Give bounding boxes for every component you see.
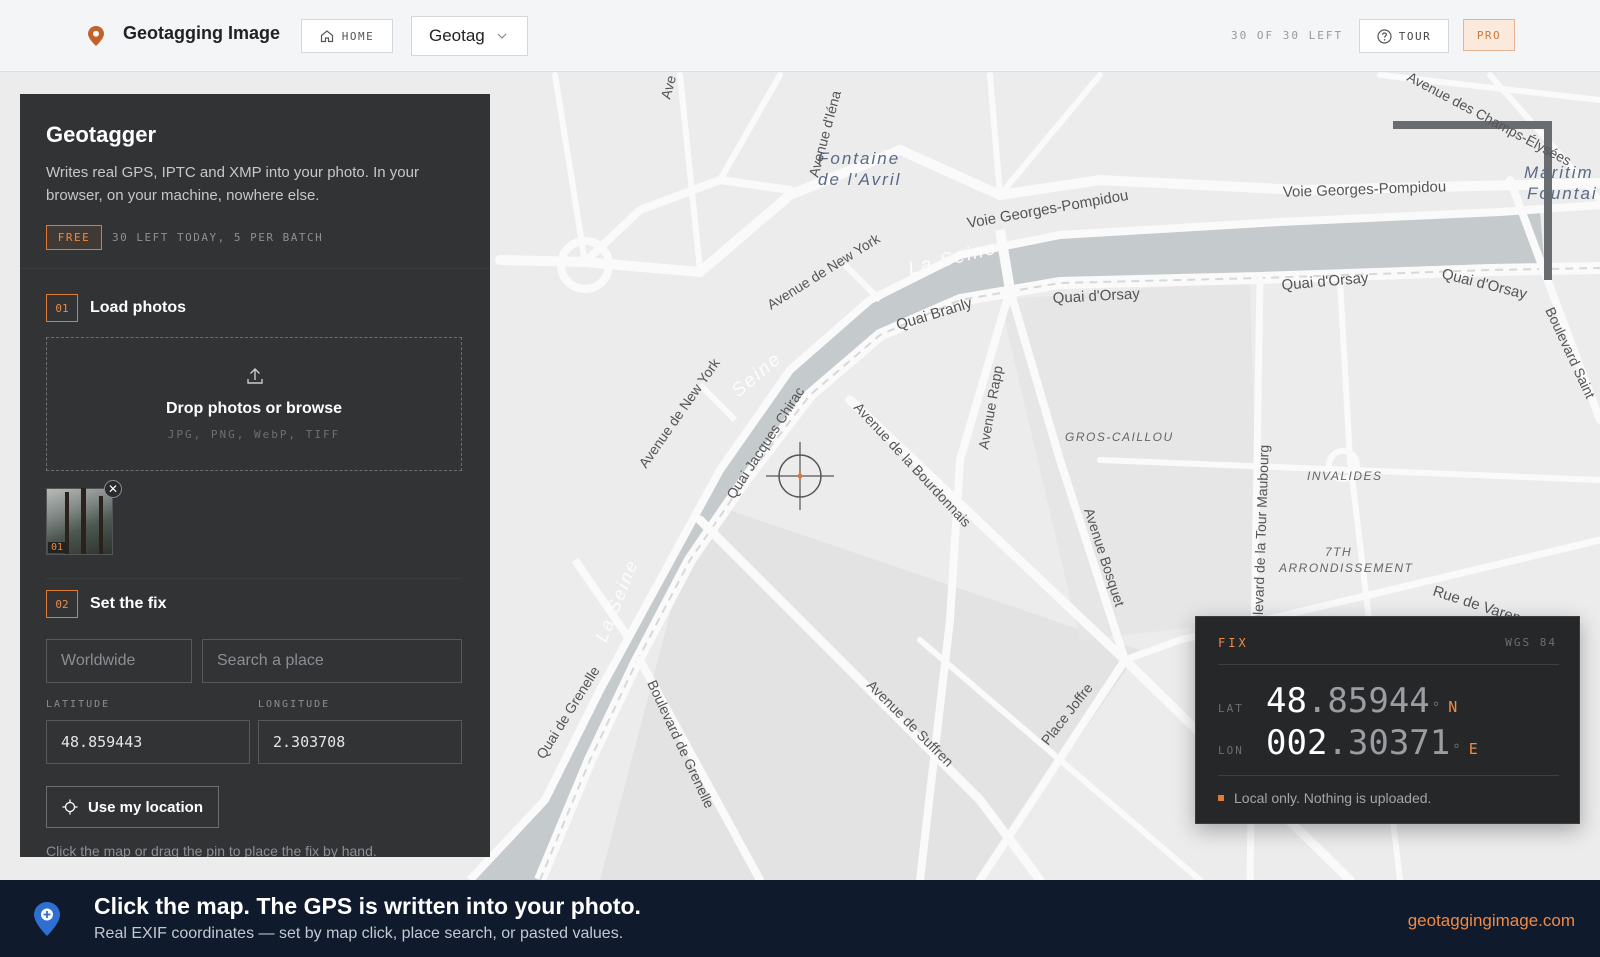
fix-lat-hemisphere: N bbox=[1448, 698, 1458, 716]
step-label-set-fix: Set the fix bbox=[90, 595, 167, 612]
longitude-label: LONGITUDE bbox=[258, 699, 331, 710]
remove-photo-close-icon[interactable]: ✕ bbox=[104, 480, 122, 498]
privacy-note: Local only. Nothing is uploaded. bbox=[1218, 790, 1431, 806]
step-number-2: 02 bbox=[46, 590, 78, 618]
fix-title: FIX bbox=[1218, 636, 1249, 650]
usage-counter: 30 OF 30 LEFT bbox=[1231, 29, 1344, 42]
dropzone-file-types: JPG, PNG, WebP, TIFF bbox=[167, 428, 341, 441]
fix-lat-label: LAT bbox=[1218, 702, 1244, 715]
free-quota-note: 30 LEFT TODAY, 5 PER BATCH bbox=[112, 231, 324, 244]
map-label: ARRONDISSEMENT bbox=[1278, 561, 1414, 575]
pro-button[interactable]: PRO bbox=[1463, 19, 1515, 51]
divider bbox=[20, 268, 490, 269]
top-header: Geotagging Image HOME Geotag 30 OF 30 LE… bbox=[0, 0, 1600, 72]
photo-dropzone[interactable]: Drop photos or browse JPG, PNG, WebP, TI… bbox=[46, 337, 462, 471]
tour-label: TOUR bbox=[1398, 29, 1432, 43]
locate-crosshair-icon bbox=[62, 799, 78, 815]
thumbnail-index: 01 bbox=[48, 542, 67, 553]
app-title: Geotagging Image bbox=[123, 23, 281, 43]
map-label: 7TH bbox=[1325, 545, 1352, 559]
thumbnail-tree bbox=[99, 496, 103, 554]
divider bbox=[1218, 664, 1559, 665]
fix-latitude-row: LAT 48 .85944 ° N bbox=[1218, 681, 1457, 721]
map-pin-logo-icon bbox=[88, 26, 104, 46]
privacy-note-text: Local only. Nothing is uploaded. bbox=[1234, 790, 1432, 806]
help-circle-icon bbox=[1377, 28, 1392, 44]
latitude-label: LATITUDE bbox=[46, 699, 111, 710]
status-dot-icon bbox=[1218, 795, 1224, 801]
mode-select-value: Geotag bbox=[429, 26, 485, 45]
footer-title: Click the map. The GPS is written into y… bbox=[94, 893, 641, 919]
use-my-location-button[interactable]: Use my location bbox=[46, 786, 219, 828]
map-label: de l'Avril bbox=[818, 170, 901, 189]
promo-footer: Click the map. The GPS is written into y… bbox=[0, 880, 1600, 957]
step-number-1: 01 bbox=[46, 294, 78, 322]
fix-lat-decimal: .85944 bbox=[1306, 681, 1430, 721]
fix-lon-decimal: .30371 bbox=[1327, 723, 1451, 763]
fix-datum: WGS 84 bbox=[1505, 636, 1557, 649]
dropzone-title: Drop photos or browse bbox=[166, 400, 342, 417]
map-label: Maritim bbox=[1524, 163, 1594, 182]
place-search-input[interactable]: Search a place bbox=[202, 639, 462, 683]
home-icon bbox=[320, 30, 333, 43]
map-hint: Click the map or drag the pin to place t… bbox=[46, 843, 377, 857]
thumbnail-tree bbox=[81, 488, 86, 554]
fix-lon-label: LON bbox=[1218, 744, 1244, 757]
chevron-down-icon bbox=[497, 33, 507, 39]
home-button[interactable]: HOME bbox=[301, 19, 393, 53]
photo-thumbnail[interactable]: 01 bbox=[46, 488, 113, 555]
map-label: INVALIDES bbox=[1307, 469, 1383, 483]
mode-select[interactable]: Geotag bbox=[411, 16, 528, 56]
divider bbox=[46, 578, 462, 579]
degree-symbol: ° bbox=[1452, 742, 1461, 758]
fix-lon-hemisphere: E bbox=[1468, 740, 1478, 758]
upload-icon bbox=[247, 368, 263, 384]
geotagger-panel: Geotagger Writes real GPS, IPTC and XMP … bbox=[20, 94, 490, 857]
panel-title: Geotagger bbox=[46, 122, 157, 147]
step-label-load-photos: Load photos bbox=[90, 299, 186, 316]
map-label: Fontaine bbox=[818, 149, 900, 168]
map-label: GROS-CAILLOU bbox=[1065, 430, 1174, 444]
fix-longitude-row: LON 002 .30371 ° E bbox=[1218, 723, 1478, 763]
free-badge: FREE bbox=[46, 225, 102, 250]
region-select[interactable]: Worldwide bbox=[46, 639, 192, 683]
fix-readout-card: FIX WGS 84 LAT 48 .85944 ° N LON 002 .30… bbox=[1195, 616, 1580, 824]
map-pin-icon bbox=[34, 902, 60, 936]
home-label: HOME bbox=[341, 29, 375, 43]
footer-subtitle: Real EXIF coordinates — set by map click… bbox=[94, 925, 624, 942]
tour-button[interactable]: TOUR bbox=[1359, 19, 1449, 53]
panel-description: Writes real GPS, IPTC and XMP into your … bbox=[46, 164, 419, 204]
degree-symbol: ° bbox=[1431, 700, 1441, 716]
fix-lat-integer: 48 bbox=[1266, 681, 1307, 721]
longitude-input[interactable]: 2.303708 bbox=[258, 720, 462, 764]
map-label: Fountai bbox=[1527, 184, 1598, 203]
latitude-input[interactable]: 48.859443 bbox=[46, 720, 250, 764]
divider bbox=[1218, 775, 1559, 776]
use-location-label: Use my location bbox=[87, 798, 204, 816]
site-link[interactable]: geotaggingimage.com bbox=[1408, 911, 1575, 931]
fix-lon-integer: 002 bbox=[1266, 723, 1328, 763]
